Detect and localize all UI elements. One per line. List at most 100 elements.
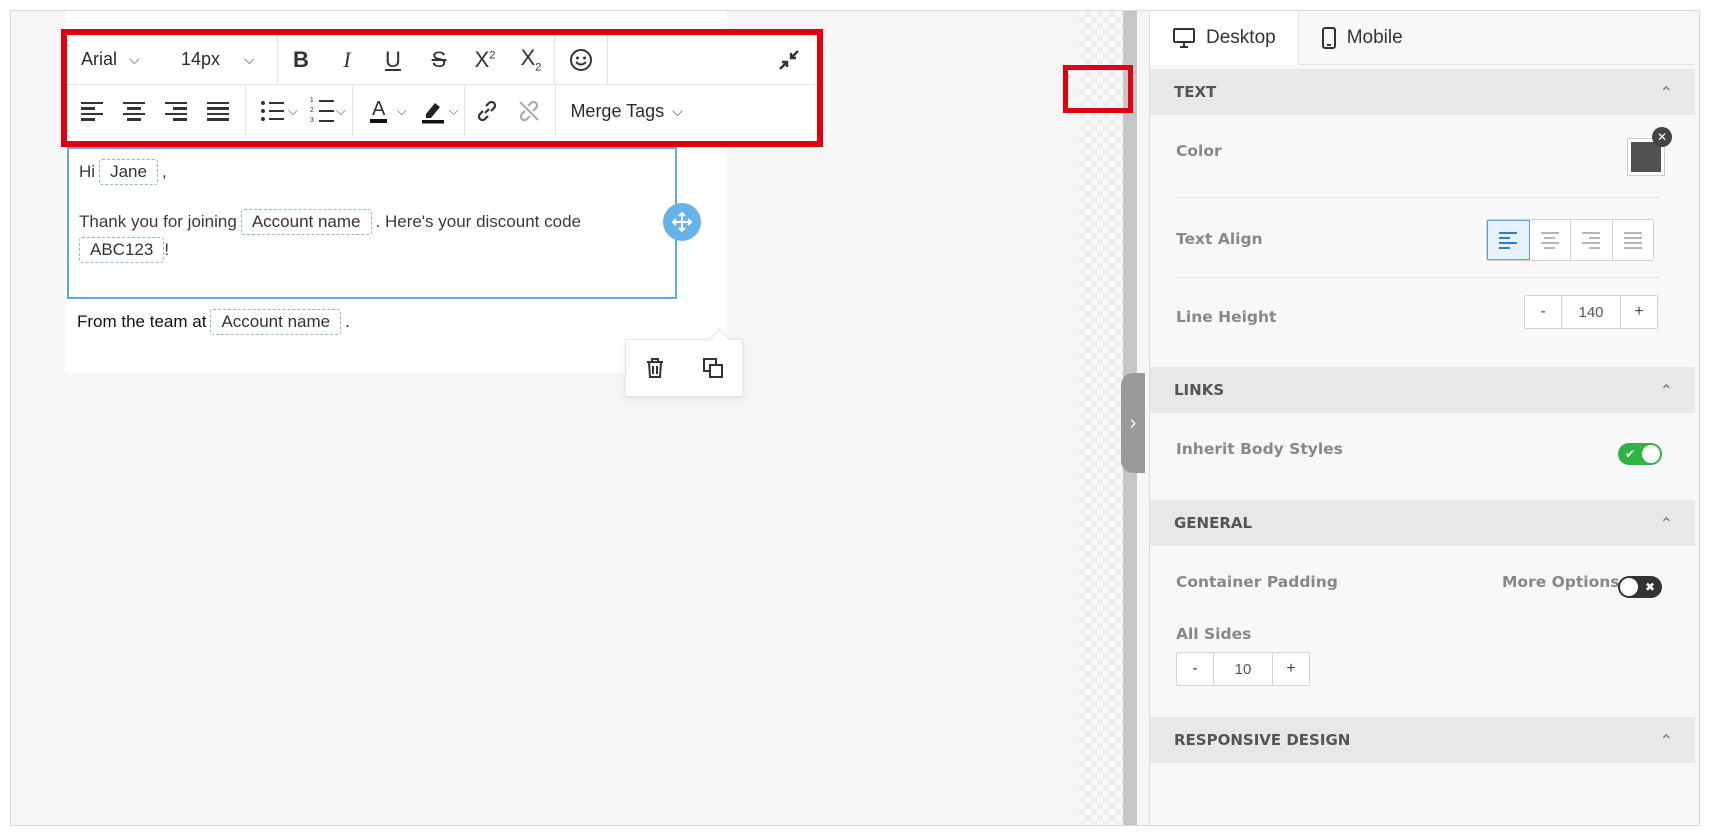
italic-icon: I <box>343 46 351 72</box>
strikethrough-button[interactable]: S <box>416 35 462 84</box>
chevron-up-icon: ⌃ <box>1659 380 1673 400</box>
merge-tag-account-name-footer[interactable]: Account name <box>210 309 342 335</box>
links-section-title: LINKS <box>1174 381 1225 399</box>
move-icon <box>671 211 693 233</box>
chevron-down-icon: ⌵ <box>672 102 683 119</box>
panel-align-center-button[interactable] <box>1530 220 1571 260</box>
tab-desktop-label: Desktop <box>1206 27 1276 48</box>
align-justify-icon <box>207 101 229 121</box>
toggle-knob <box>1642 445 1660 463</box>
chevron-down-icon[interactable]: ⌵ <box>336 103 346 119</box>
panel-align-justify-button[interactable] <box>1613 220 1654 260</box>
general-section-title: GENERAL <box>1174 514 1253 532</box>
links-section-header[interactable]: LINKS ⌃ <box>1150 367 1695 413</box>
footer-text[interactable]: From the team at Account name . <box>77 309 350 335</box>
superscript-icon: X2 <box>474 46 496 72</box>
panel-align-left-button[interactable] <box>1487 220 1530 260</box>
bullet-list-icon <box>260 101 284 121</box>
general-section-header[interactable]: GENERAL ⌃ <box>1150 500 1695 546</box>
numbered-list-icon: 123 <box>310 97 334 124</box>
responsive-design-section-header[interactable]: RESPONSIVE DESIGN ⌃ <box>1150 717 1695 763</box>
text-section-header[interactable]: TEXT ⌃ <box>1150 69 1695 115</box>
chevron-up-icon: ⌃ <box>1659 730 1673 750</box>
font-family-select[interactable]: Arial ⌵ <box>67 35 167 84</box>
block-actions-popover <box>625 339 743 397</box>
merge-tag-first-name[interactable]: Jane <box>99 159 158 185</box>
remove-link-button[interactable] <box>509 86 549 136</box>
text-color-button[interactable]: A <box>357 86 401 136</box>
padding-input[interactable]: 10 <box>1213 653 1273 685</box>
highlighter-icon <box>421 103 444 124</box>
container-padding-label: Container Padding <box>1176 573 1338 591</box>
text-formatting-toolbar: Arial ⌵ 14px ⌵ B I U S X2 X2 ⌵ 1 2 3 ⌵ A… <box>61 29 823 147</box>
text-section-highlight <box>1063 65 1133 113</box>
line-height-decrease-button[interactable]: - <box>1525 296 1561 328</box>
bullet-list-button[interactable] <box>252 86 292 136</box>
bold-button[interactable]: B <box>278 35 324 84</box>
editor-window: Arial ⌵ 14px ⌵ B I U S X2 X2 ⌵ 1 2 3 ⌵ A… <box>10 10 1700 826</box>
inherit-body-styles-toggle[interactable]: ✔ <box>1618 443 1662 465</box>
emoji-button[interactable] <box>555 35 607 84</box>
strikethrough-icon: S <box>431 46 447 72</box>
font-size-select[interactable]: 14px ⌵ <box>167 35 277 84</box>
selected-text-block[interactable]: Hi Jane , Thank you for joining Account … <box>67 147 677 299</box>
move-block-handle[interactable] <box>663 203 701 241</box>
align-right-button[interactable] <box>155 86 197 136</box>
greeting-line: Hi Jane , <box>79 159 167 185</box>
panel-align-right-button[interactable] <box>1571 220 1613 260</box>
all-sides-stepper: - 10 + <box>1176 652 1310 686</box>
duplicate-block-button[interactable] <box>693 348 733 388</box>
responsive-section-title: RESPONSIVE DESIGN <box>1174 731 1351 749</box>
thanks-prefix: Thank you for joining <box>79 212 237 231</box>
toolbar-row-2: ⌵ 123 ⌵ A ⌵ ⌵ Merge Tags ⌵ <box>67 86 817 136</box>
font-family-value: Arial <box>81 49 118 69</box>
collapse-icon <box>779 49 799 70</box>
chevron-down-icon[interactable]: ⌵ <box>288 103 298 119</box>
tab-mobile[interactable]: Mobile <box>1299 11 1425 65</box>
divider <box>1176 277 1660 278</box>
line-height-label: Line Height <box>1176 308 1277 326</box>
align-center-button[interactable] <box>113 86 155 136</box>
superscript-button[interactable]: X2 <box>462 35 508 84</box>
more-options-toggle[interactable]: ✖ <box>1618 576 1662 598</box>
chevron-down-icon: ⌵ <box>244 51 255 67</box>
collapse-panel-button[interactable]: › <box>1121 373 1145 473</box>
close-icon: ✖ <box>1645 580 1656 594</box>
line-height-input[interactable]: 140 <box>1561 296 1621 328</box>
align-left-icon <box>1499 231 1518 249</box>
numbered-list-button[interactable]: 123 <box>304 86 340 136</box>
tab-desktop[interactable]: Desktop <box>1150 11 1299 65</box>
highlight-color-button[interactable] <box>413 86 453 136</box>
line-height-stepper: - 140 + <box>1524 295 1658 329</box>
device-tabs: Desktop Mobile <box>1150 11 1695 65</box>
thanks-suffix: . Here's your discount code <box>375 212 581 231</box>
line-height-increase-button[interactable]: + <box>1621 296 1657 328</box>
toolbar-row-1: Arial ⌵ 14px ⌵ B I U S X2 X2 <box>67 35 817 85</box>
toolbar-separator <box>607 35 608 84</box>
subscript-button[interactable]: X2 <box>508 35 554 84</box>
discount-code-tag[interactable]: ABC123 <box>79 237 165 263</box>
align-justify-button[interactable] <box>197 86 239 136</box>
trash-icon <box>647 358 663 378</box>
collapse-toolbar-button[interactable] <box>761 35 817 84</box>
insert-link-button[interactable] <box>465 86 509 136</box>
text-color-icon: A <box>370 99 388 123</box>
chevron-down-icon[interactable]: ⌵ <box>397 103 407 119</box>
padding-decrease-button[interactable]: - <box>1177 653 1213 685</box>
underline-button[interactable]: U <box>370 35 416 84</box>
chevron-down-icon: ⌵ <box>129 51 140 67</box>
mobile-icon <box>1321 27 1336 49</box>
desktop-icon <box>1173 28 1195 48</box>
chevron-right-icon: › <box>1129 411 1137 434</box>
merge-tags-dropdown[interactable]: Merge Tags ⌵ <box>556 86 696 136</box>
clear-color-button[interactable]: ✕ <box>1652 127 1672 147</box>
delete-block-button[interactable] <box>635 348 675 388</box>
merge-tag-account-name[interactable]: Account name <box>240 209 372 235</box>
align-left-button[interactable] <box>71 86 113 136</box>
divider <box>1176 197 1660 198</box>
padding-increase-button[interactable]: + <box>1273 653 1309 685</box>
emoji-icon <box>570 48 592 71</box>
italic-button[interactable]: I <box>324 35 370 84</box>
font-size-value: 14px <box>181 49 221 69</box>
chevron-down-icon[interactable]: ⌵ <box>449 103 459 119</box>
